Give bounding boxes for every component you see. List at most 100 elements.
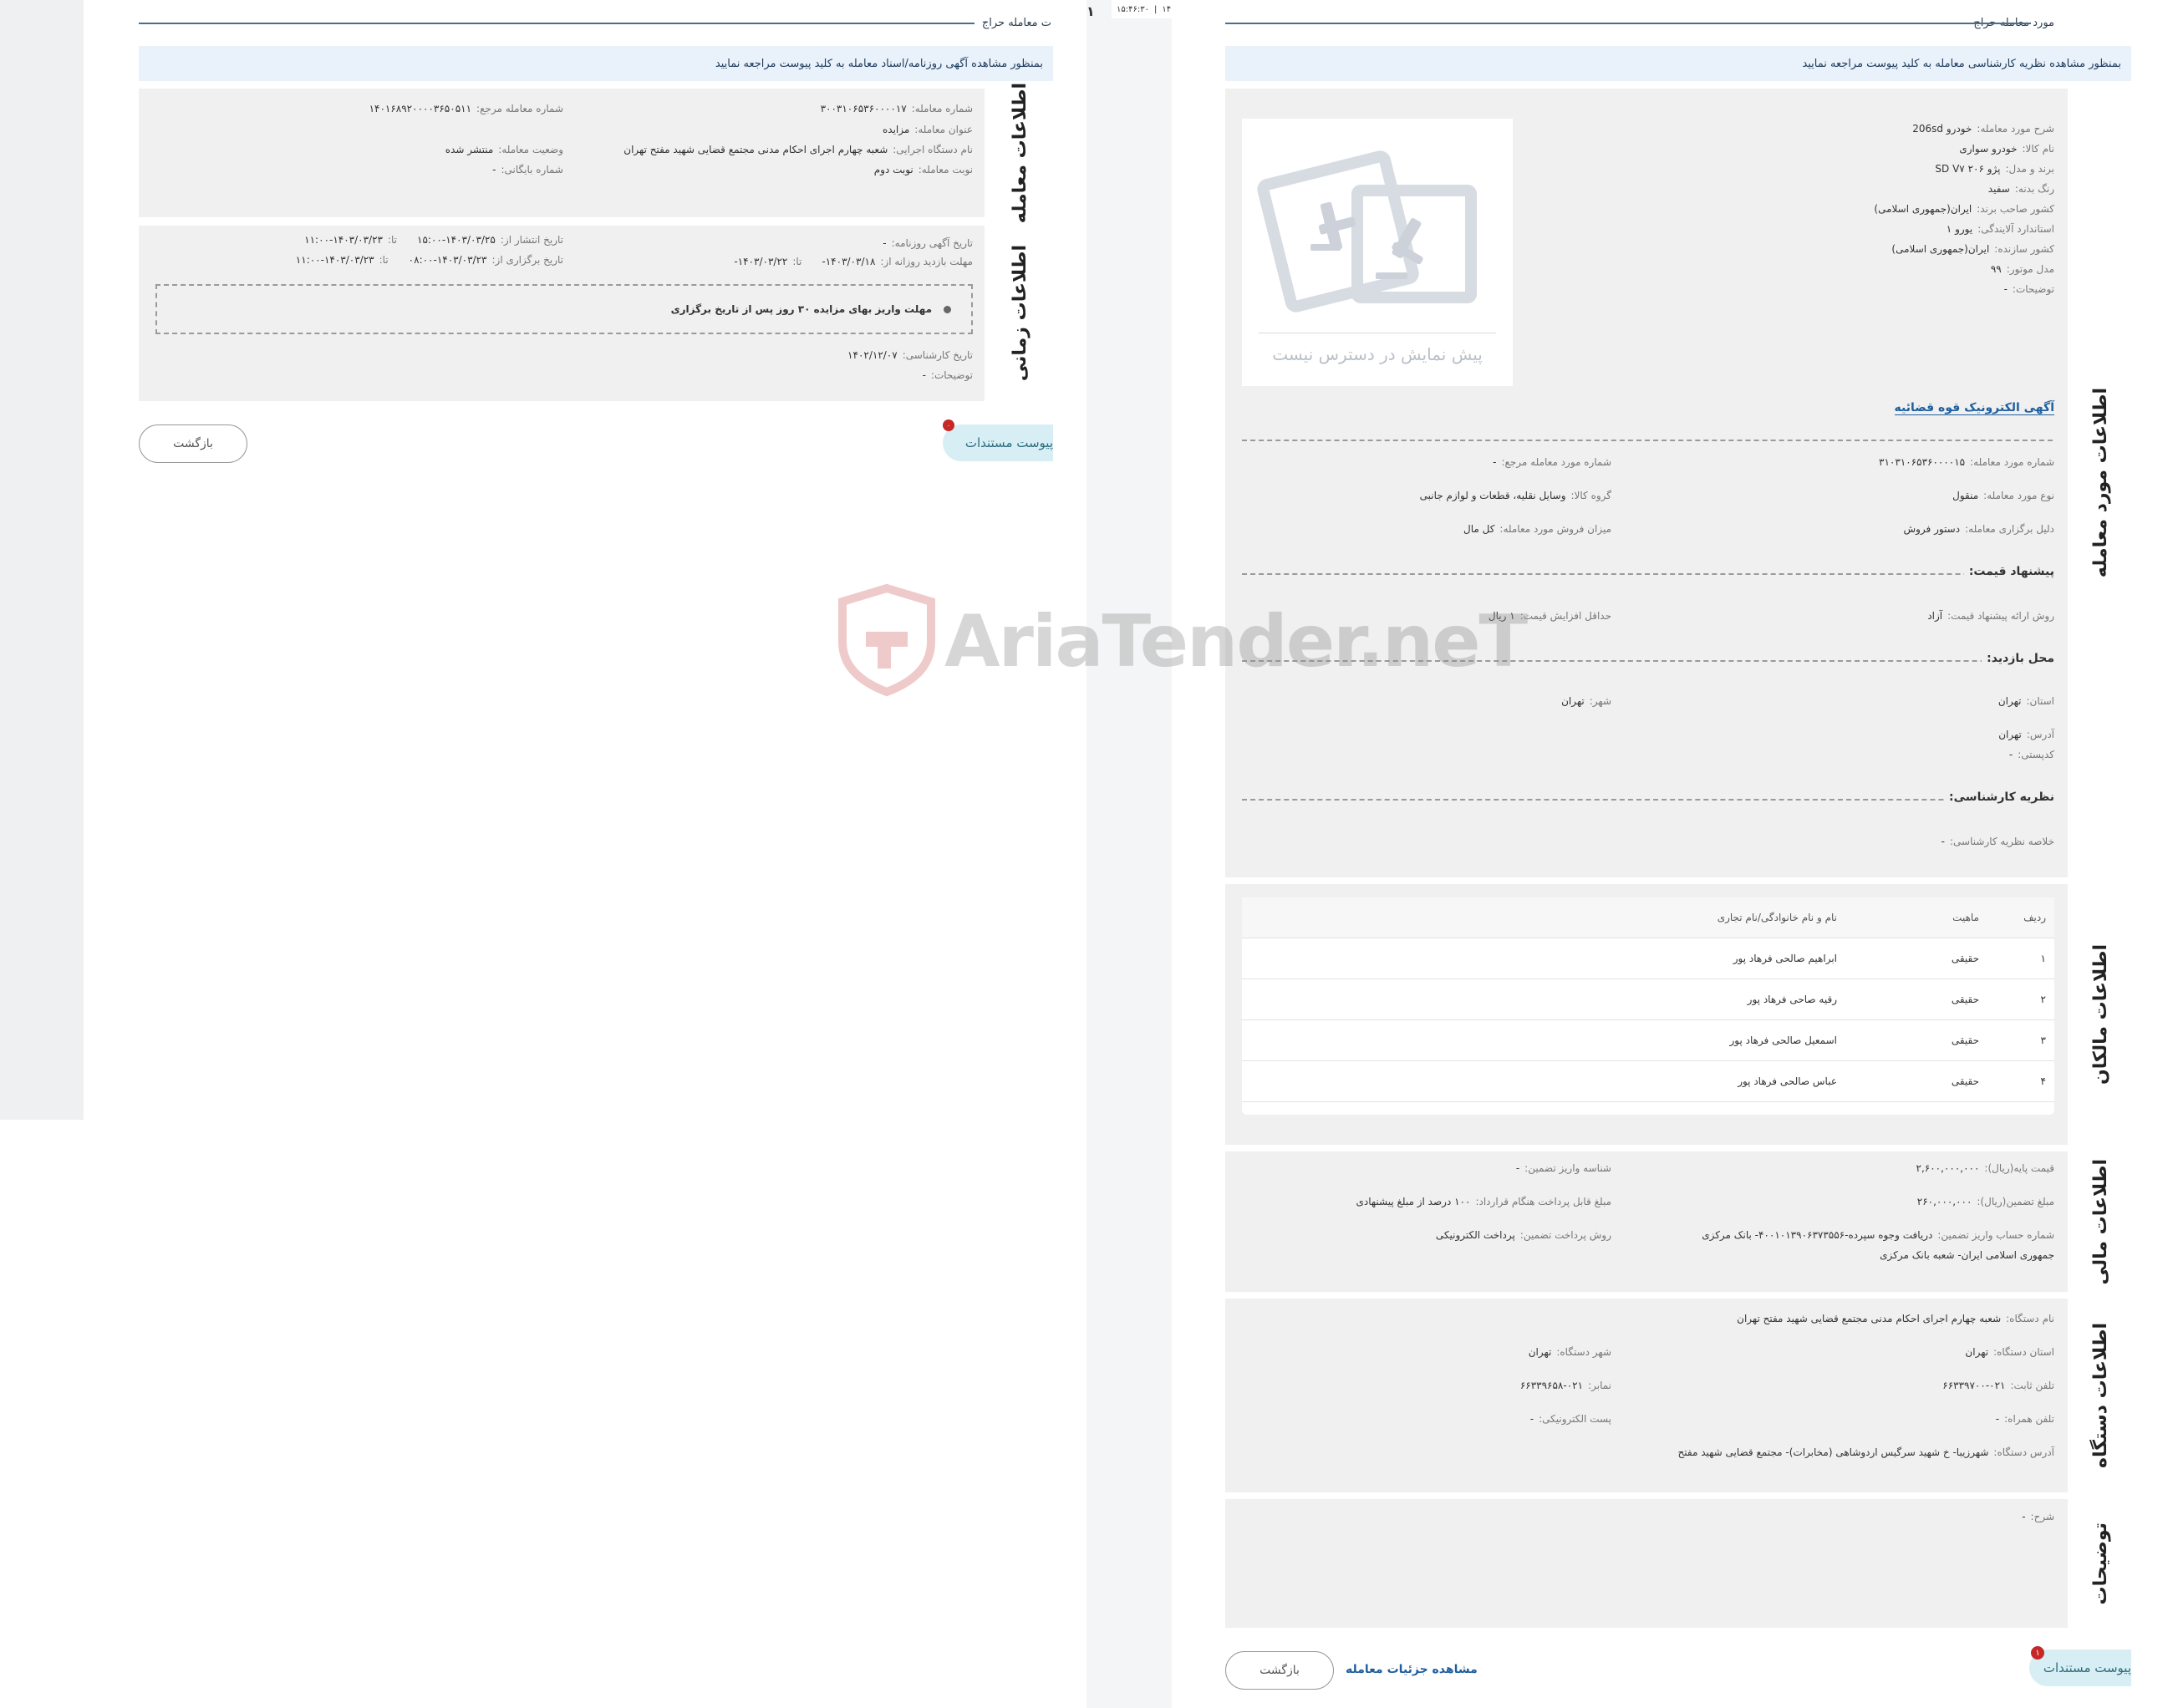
gavel-document-icon	[1257, 150, 1477, 313]
owners-table: ردیف ماهیت نام و نام خانوادگی/نام تجاری …	[1242, 897, 2054, 1102]
expert-summary-field: خلاصه نظریه کارشناسی:-	[1941, 836, 2054, 847]
deposit-id-field: شناسه واریز تضمین:-	[1515, 1162, 1611, 1174]
col-name: نام و نام خانوادگی/نام تجاری	[1242, 897, 1845, 938]
visit-title: محل بازدید:	[1982, 652, 2059, 665]
spec-label: برند و مدل:	[2005, 163, 2054, 175]
left-back-button[interactable]: بازگشت	[139, 424, 247, 463]
agency-panel	[1225, 1299, 2068, 1492]
owners-table-card: ردیف ماهیت نام و نام خانوادگی/نام تجاری …	[1242, 897, 2054, 1115]
item-no-field: شماره مورد معامله:۳۱۰۳۱۰۶۵۳۶۰۰۰۰۱۵	[1879, 456, 2054, 468]
account-field: شماره حساب واریز تضمین:دریافت وجوه سپرده…	[1702, 1229, 2054, 1241]
spec-label: رنگ بدنه:	[2014, 183, 2054, 195]
agency-phone-field: تلفن ثابت:۰۲۱-۶۶۳۳۹۷۰۰	[1942, 1380, 2054, 1391]
item-divider-2	[1242, 573, 2053, 575]
agency-province-field: استان دستگاه:تهران	[1965, 1346, 2054, 1358]
item-info-section-label: اطلاعات مورد معامله	[2069, 89, 2131, 877]
deal-archive-field: شماره بایگانی:-	[492, 164, 563, 175]
right-header-line	[1225, 23, 2031, 24]
guarantee-field: مبلغ تضمین(ریال):۲۶۰,۰۰۰,۰۰۰	[1916, 1196, 2054, 1207]
right-notice: بمنظور مشاهده نظریه کارشناسی معامله به ک…	[1225, 46, 2131, 81]
agency-city-field: شهر دستگاه:تهران	[1528, 1346, 1611, 1358]
agency-address-field: آدرس دستگاه:شهرزیبا- خ شهید سرگیس اردوشا…	[1677, 1446, 2054, 1458]
spec-label: کشور صاحب برند:	[1977, 203, 2054, 215]
spec-value: پژو ۲۰۶ SD V۷	[1935, 163, 2001, 175]
ref-no-field: شماره معامله مرجع:۱۴۰۱۶۸۹۲۰۰۰۰۳۶۵۰۵۱۱	[369, 103, 563, 114]
newspaper-date-field: تاریخ آگهی روزنامه:-	[883, 237, 973, 249]
preview-unavailable-text: پیش نمایش در دسترس نیست	[1272, 344, 1483, 364]
offer-method-field: روش ارائه پیشنهاد قیمت:آزاد	[1927, 610, 2054, 622]
col-row-no: ردیف	[1987, 897, 2054, 938]
deal-status-field: وضعیت معامله:منتشر شده	[445, 144, 563, 155]
spec-label: شرح مورد معامله:	[1977, 123, 2054, 135]
left-header-title: ت معامله حراج	[981, 17, 1051, 29]
fragment-time: ۱۵:۴۶:۳۰	[1117, 4, 1149, 14]
middle-divider-strip	[1086, 0, 1172, 1708]
account-line2: جمهوری اسلامی ایران- شعبه بانک مرکزی	[1880, 1249, 2054, 1261]
expert-title: نظریه کارشناسی:	[1944, 790, 2059, 804]
spec-value: ۹۹	[1990, 263, 2002, 275]
time-notes-field: توضیحات:-	[922, 369, 973, 381]
spec-label: توضیحات:	[2012, 283, 2054, 295]
spec-label: استاندارد آلایندگی:	[1977, 223, 2054, 235]
deadline-note-box: مهلت واریز بهای مزایده ۳۰ روز پس از تاری…	[155, 284, 973, 334]
table-row: ۱ حقیقی ابراهیم صالحی فرهاد پور	[1242, 938, 2054, 979]
publish-date-field: تاریخ انتشار از:۱۴۰۳/۰۳/۲۵-۱۵:۰۰تا:۱۴۰۳/…	[304, 234, 563, 246]
desc-panel	[1225, 1499, 2068, 1628]
table-row: ۲ حقیقی رقیه صاحی فرهاد پور	[1242, 979, 2054, 1020]
pay-method-field: روش پرداخت تضمین:پرداخت الکترونیکی	[1435, 1229, 1611, 1241]
visit-date-field: مهلت بازدید روزانه از:۱۴۰۳/۰۳/۱۸-تا:۱۴۰۳…	[734, 256, 973, 267]
visit-address-field: آدرس:تهران	[1998, 729, 2054, 740]
owners-table-header: ردیف ماهیت نام و نام خانوادگی/نام تجاری	[1242, 897, 2054, 938]
spec-value: ایران(جمهوری اسلامی)	[1891, 243, 1990, 255]
table-row: ۴ حقیقی عباس صالحی فرهاد پور	[1242, 1060, 2054, 1102]
left-screen-backdrop	[0, 0, 84, 1120]
bullet-dot-icon	[944, 305, 951, 313]
fragment-sep: |	[1153, 4, 1158, 14]
left-notice: بمنظور مشاهده آگهی روزنامه/اسناد معامله …	[139, 46, 1053, 81]
spec-row: استاندارد آلایندگی: یورو ۱	[1553, 219, 2054, 239]
left-attach-badge: ۰	[943, 419, 954, 431]
electronic-ad-link[interactable]: آگهی الکترونیک قوه قضائیه	[1894, 401, 2054, 415]
contract-pay-field: مبلغ قابل پرداخت هنگام قرارداد:۱۰۰ درصد …	[1356, 1196, 1611, 1207]
spec-label: کشور سازنده:	[1994, 243, 2054, 255]
sale-amount-field: میزان فروش مورد معامله:کل مال	[1463, 523, 1611, 535]
spec-label: نام کالا:	[2022, 143, 2055, 155]
deal-turn-field: نوبت معامله:نوبت دوم	[873, 164, 973, 175]
spec-row: کشور صاحب برند: ایران(جمهوری اسلامی)	[1553, 199, 2054, 219]
holding-date-field: تاریخ برگزاری از:۱۴۰۳/۰۳/۲۳-۰۸:۰۰تا:۱۴۰۳…	[295, 254, 563, 266]
expert-date-field: تاریخ کارشناسی:۱۴۰۲/۱۲/۰۷	[847, 349, 973, 361]
spec-value: خودرو 206sd	[1912, 123, 1972, 135]
right-back-button[interactable]: بازگشت	[1225, 1651, 1334, 1690]
visit-province-field: استان:تهران	[1997, 695, 2054, 707]
spec-value: سفید	[1987, 183, 2010, 195]
spec-value: یورو ۱	[1946, 223, 1973, 235]
spec-row: نام کالا: خودرو سواری	[1553, 139, 2054, 159]
deal-no-field: شماره معامله:۳۰۰۳۱۰۶۵۳۶۰۰۰۰۱۷	[820, 103, 973, 114]
spec-row: کشور سازنده: ایران(جمهوری اسلامی)	[1553, 239, 2054, 259]
goods-group-field: گروه کالا:وسایل نقلیه، قطعات و لوازم جان…	[1419, 490, 1611, 501]
right-attach-button[interactable]: پیوست مستندات	[2029, 1650, 2131, 1686]
item-divider-3	[1242, 660, 2053, 662]
visit-city-field: شهر:تهران	[1561, 695, 1611, 707]
reason-field: دلیل برگزاری معامله:دستور فروش	[1903, 523, 2054, 535]
spec-row: رنگ بدنه: سفید	[1553, 179, 2054, 199]
item-type-field: نوع مورد معامله:منقول	[1952, 490, 2054, 501]
col-type: ماهیت	[1845, 897, 1987, 938]
agency-name-field: نام دستگاه:شعبه چهارم اجرای احکام مدنی م…	[1737, 1313, 2054, 1324]
ref-item-no-field: شماره مورد معامله مرجع:-	[1493, 456, 1611, 468]
price-offer-title: پیشنهاد قیمت:	[1963, 565, 2059, 578]
deal-agency-field: نام دستگاه اجرایی:شعبه چهارم اجرای احکام…	[623, 144, 973, 155]
spec-row: مدل موتور: ۹۹	[1553, 259, 2054, 279]
left-header-line	[139, 23, 975, 24]
deal-details-link[interactable]: مشاهده جزئیات معامله	[1346, 1663, 1478, 1676]
agency-section-label: اطلاعات دستگاه	[2069, 1299, 2131, 1492]
agency-fax-field: نمابر:۰۲۱-۶۶۳۳۹۶۵۸	[1519, 1380, 1611, 1391]
spec-label: مدل موتور:	[2006, 263, 2054, 275]
finance-section-label: اطلاعات مالی	[2069, 1151, 2131, 1292]
left-attach-button[interactable]: پیوست مستندات	[943, 424, 1053, 461]
agency-mobile-field: تلفن همراه:-	[1995, 1413, 2054, 1425]
spec-value: ایران(جمهوری اسلامی)	[1874, 203, 1972, 215]
left-deal-section-label: اطلاعات معامله	[986, 83, 1053, 223]
spec-value: -	[2003, 283, 2008, 295]
owners-section-label: اطلاعات مالکان	[2069, 884, 2131, 1145]
